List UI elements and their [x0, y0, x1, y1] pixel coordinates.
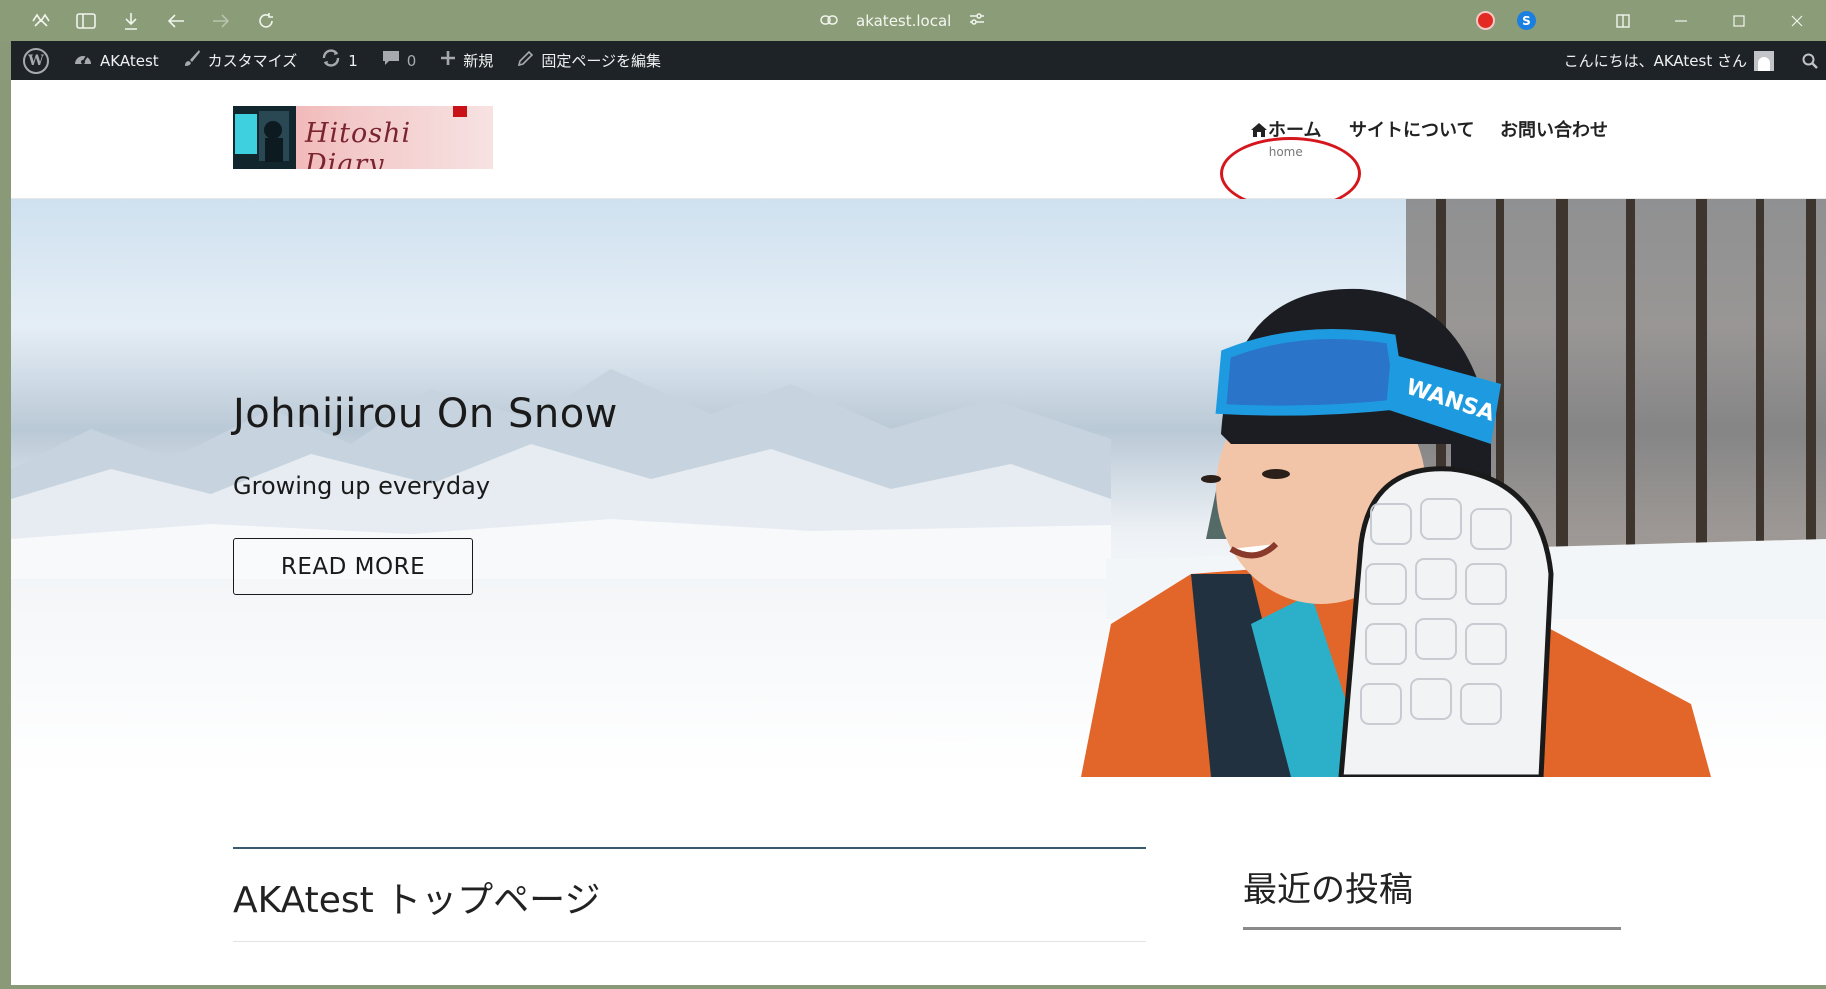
plus-icon [440, 50, 456, 71]
site-settings-icon[interactable] [969, 12, 985, 30]
hero-title: Johnijirou On Snow [233, 391, 618, 437]
admin-account-menu[interactable]: こんにちは、AKAtest さん [1560, 41, 1778, 80]
recent-posts-title: 最近の投稿 [1243, 870, 1413, 910]
pencil-icon [517, 50, 534, 72]
admin-greeting: こんにちは、AKAtest さん [1563, 52, 1747, 70]
split-view-icon[interactable] [1594, 0, 1652, 41]
back-icon[interactable] [153, 0, 198, 41]
admin-updates-count: 1 [348, 51, 358, 70]
admin-customize[interactable]: カスタマイズ [171, 41, 310, 80]
workspaces-icon[interactable] [18, 0, 63, 41]
browser-toolbar: akatest.local S [0, 0, 1826, 41]
slider-dot-active[interactable] [932, 742, 970, 745]
updates-icon [321, 49, 341, 72]
wordpress-icon: W [23, 47, 49, 74]
admin-comments[interactable]: 0 [370, 41, 429, 80]
brush-icon [183, 49, 201, 72]
content-top-rule [233, 847, 1146, 849]
web-page: W AKAtest カスタマイズ 1 0 新規 固定ページを編集 こんにちは、A… [11, 41, 1826, 985]
comment-icon [382, 50, 400, 71]
dashboard-icon [73, 50, 93, 71]
search-icon[interactable] [1788, 53, 1818, 69]
link-icon[interactable] [820, 12, 838, 30]
maximize-icon[interactable] [1710, 0, 1768, 41]
wp-logo-menu[interactable]: W [11, 41, 61, 80]
hero-photo-child-snowboard: WANSA [1081, 288, 1711, 777]
admin-site-name[interactable]: AKAtest [61, 41, 171, 80]
hero-subtitle: Growing up everyday [233, 472, 491, 500]
slider-dots [886, 742, 970, 745]
address-bar[interactable]: akatest.local [856, 12, 951, 30]
admin-new-content[interactable]: 新規 [428, 41, 505, 80]
content-divider [233, 941, 1146, 942]
admin-edit-page-label: 固定ページを編集 [541, 52, 662, 70]
logo-accent [453, 106, 467, 117]
sidebar-toggle-icon[interactable] [63, 0, 108, 41]
admin-edit-page[interactable]: 固定ページを編集 [505, 41, 673, 80]
admin-new-label: 新規 [463, 52, 494, 70]
reload-icon[interactable] [243, 0, 288, 41]
admin-site-label: AKAtest [100, 51, 159, 70]
wp-admin-bar: W AKAtest カスタマイズ 1 0 新規 固定ページを編集 こんにちは、A… [11, 41, 1826, 80]
admin-comments-count: 0 [406, 51, 417, 70]
admin-customize-label: カスタマイズ [207, 52, 298, 70]
site-logo[interactable]: Hitoshi Diary [233, 106, 493, 169]
admin-updates[interactable]: 1 [309, 41, 370, 80]
site-header: Hitoshi Diary ホーム home サイトについて お問い合わせ [11, 80, 1826, 218]
widget-underline [1243, 927, 1621, 930]
minimize-icon[interactable] [1652, 0, 1710, 41]
page-title: AKAtest トップページ [233, 880, 601, 921]
extension-icon[interactable]: S [1517, 11, 1536, 30]
nav-item-about[interactable]: サイトについて [1349, 116, 1474, 142]
close-icon[interactable] [1768, 0, 1826, 41]
download-icon[interactable] [108, 0, 153, 41]
forward-icon[interactable] [198, 0, 243, 41]
record-icon[interactable] [1476, 11, 1495, 30]
read-more-button[interactable]: READ MORE [233, 538, 473, 595]
logo-photo [233, 106, 296, 169]
nav-item-contact[interactable]: お問い合わせ [1500, 116, 1608, 142]
avatar [1754, 50, 1774, 71]
slider-dot[interactable] [886, 742, 924, 745]
hero-slider: WANSA Johnijirou On Snow Growing up ever… [11, 199, 1826, 777]
logo-text: Hitoshi Diary [305, 118, 412, 169]
